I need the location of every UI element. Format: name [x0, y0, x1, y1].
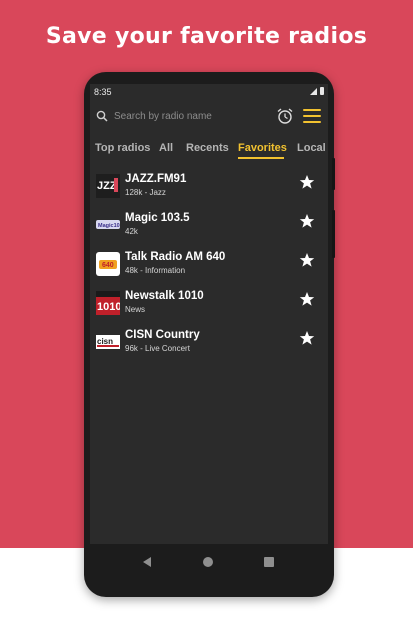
- signal-icon: [310, 87, 317, 95]
- star-icon[interactable]: [299, 213, 315, 229]
- app-screen: 8:35 Search by radio name Top radios All…: [90, 84, 328, 544]
- headline: Save your favorite radios: [45, 24, 368, 49]
- station-name: Talk Radio AM 640: [125, 251, 226, 263]
- star-icon[interactable]: [299, 330, 315, 346]
- star-icon[interactable]: [299, 174, 315, 190]
- station-logo: 1010: [96, 291, 120, 315]
- station-subtitle: 128k - Jazz: [125, 188, 166, 197]
- star-icon[interactable]: [299, 252, 315, 268]
- station-logo: 640: [96, 252, 120, 276]
- station-name: JAZZ.FM91: [125, 173, 187, 185]
- star-icon[interactable]: [299, 291, 315, 307]
- station-logo: cisn: [96, 335, 120, 349]
- alarm-clock-icon[interactable]: [276, 107, 294, 125]
- list-item[interactable]: Magic103 Magic 103.5 42k: [90, 209, 328, 245]
- station-subtitle: 48k - Information: [125, 266, 186, 275]
- station-logo: Magic103: [96, 220, 120, 229]
- circle-home-icon[interactable]: [203, 557, 213, 567]
- search-icon[interactable]: [96, 110, 108, 122]
- svg-text:JZZ: JZZ: [97, 180, 117, 192]
- svg-text:Magic103: Magic103: [98, 223, 120, 229]
- station-subtitle: 96k - Live Concert: [125, 344, 190, 353]
- tab-recents[interactable]: Recents: [186, 142, 229, 154]
- square-recent-icon[interactable]: [264, 557, 274, 567]
- svg-text:cisn: cisn: [97, 337, 113, 346]
- list-item[interactable]: 640 Talk Radio AM 640 48k - Information: [90, 248, 328, 284]
- tab-top-radios[interactable]: Top radios: [95, 142, 150, 154]
- status-time: 8:35: [94, 87, 112, 97]
- list-item[interactable]: cisn CISN Country 96k - Live Concert: [90, 326, 328, 362]
- battery-icon: [320, 87, 324, 95]
- station-name: Magic 103.5: [125, 212, 190, 224]
- phone-volume-button: [332, 158, 335, 190]
- tab-all[interactable]: All: [159, 142, 173, 154]
- station-subtitle: 42k: [125, 227, 138, 236]
- svg-text:1010: 1010: [97, 301, 120, 313]
- status-bar: 8:35: [90, 84, 328, 100]
- status-icons: [310, 87, 324, 95]
- station-logo: JZZ: [96, 174, 120, 198]
- station-name: Newstalk 1010: [125, 290, 204, 302]
- tab-favorites[interactable]: Favorites: [238, 142, 287, 154]
- triangle-back-icon[interactable]: [142, 556, 152, 568]
- station-name: CISN Country: [125, 329, 200, 341]
- list-item[interactable]: 1010 Newstalk 1010 News: [90, 287, 328, 323]
- svg-text:640: 640: [102, 262, 114, 269]
- search-input[interactable]: Search by radio name: [114, 111, 212, 122]
- active-tab-indicator: [238, 157, 284, 159]
- phone-power-button: [332, 210, 335, 258]
- station-subtitle: News: [125, 305, 146, 314]
- tab-local[interactable]: Local: [297, 142, 326, 154]
- tab-bar: Top radios All Recents Favorites Local: [90, 134, 328, 160]
- search-bar[interactable]: Search by radio name: [90, 104, 328, 130]
- hamburger-menu-icon[interactable]: [303, 109, 321, 123]
- list-item[interactable]: JZZ JAZZ.FM91 128k - Jazz: [90, 170, 328, 206]
